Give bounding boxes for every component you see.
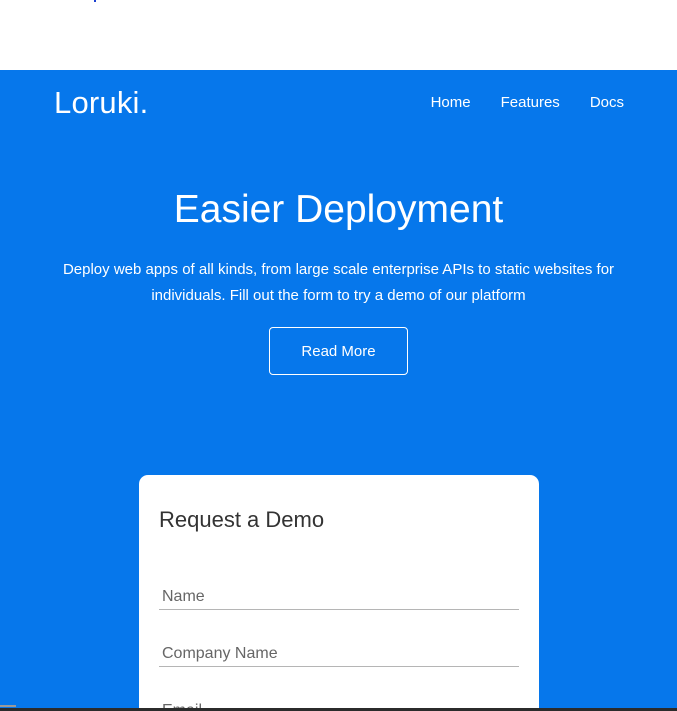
brand-logo[interactable]: Loruki. (54, 85, 148, 121)
nav-item-features[interactable]: Features (501, 94, 560, 111)
top-blank-area (0, 0, 677, 70)
name-field[interactable] (159, 584, 519, 610)
read-more-button[interactable]: Read More (269, 327, 408, 375)
nav-item-home[interactable]: Home (431, 94, 471, 111)
main-nav: Home Features Docs (431, 94, 624, 111)
nav-item-docs[interactable]: Docs (590, 94, 624, 111)
hero-subtitle: Deploy web apps of all kinds, from large… (62, 261, 615, 304)
request-demo-title: Request a Demo (159, 507, 325, 532)
hero-title: Easier Deployment (173, 188, 504, 231)
request-demo-card: Request a Demo (139, 475, 539, 711)
stray-pixel (94, 0, 96, 2)
company-name-field[interactable] (159, 641, 519, 667)
hero-section: Loruki. Home Features Docs Easier Deploy… (0, 70, 677, 711)
taskbar-edge-left (0, 705, 16, 707)
